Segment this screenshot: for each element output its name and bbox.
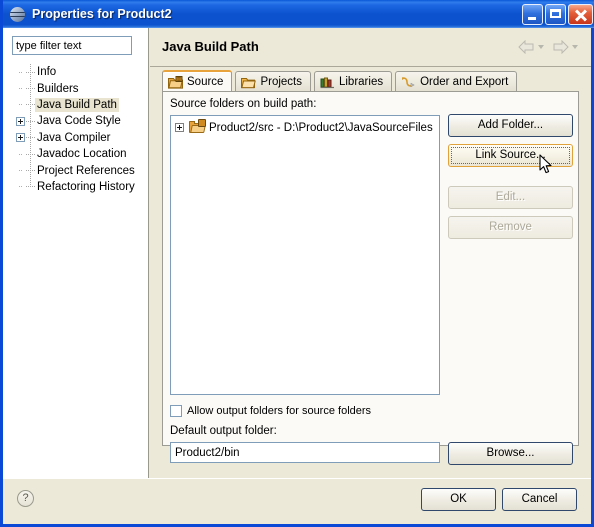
- close-icon[interactable]: [568, 3, 593, 25]
- sidebar-item-java-code-style[interactable]: Java Code Style: [13, 113, 149, 129]
- expand-plus-icon[interactable]: [16, 133, 25, 143]
- source-folders-list[interactable]: Product2/src - D:\Product2\JavaSourceFil…: [170, 115, 440, 395]
- tree-leaf-marker: [16, 166, 25, 175]
- sidebar-item-builders[interactable]: Builders: [13, 80, 149, 96]
- sidebar-item-label: Javadoc Location: [37, 148, 127, 161]
- tree-leaf-marker: [16, 150, 25, 159]
- libraries-books-icon: [320, 76, 335, 89]
- window-title: Properties for Product2: [32, 7, 172, 21]
- tab-strip: Source Projects Libraries Order and Expo…: [162, 70, 520, 92]
- tree-leaf-marker: [16, 100, 25, 109]
- edit-button: Edit...: [448, 186, 573, 209]
- source-tab-panel: Source folders on build path: Product2/s…: [162, 91, 579, 465]
- sidebar-item-project-references[interactable]: Project References: [13, 162, 149, 178]
- default-output-folder-label: Default output folder:: [170, 425, 277, 437]
- tab-label: Order and Export: [420, 76, 509, 88]
- edit-label: Edit...: [495, 191, 526, 203]
- page-pane: Java Build Path Source Projects Librarie…: [150, 28, 591, 478]
- expand-plus-icon[interactable]: [175, 123, 184, 132]
- sidebar-item-label: Java Build Path: [35, 97, 119, 112]
- tree-dash: [26, 71, 35, 73]
- tab-label: Libraries: [338, 76, 384, 88]
- forward-arrow-icon[interactable]: [552, 39, 569, 55]
- default-output-folder-input[interactable]: [170, 442, 440, 463]
- back-arrow-icon[interactable]: [518, 39, 535, 55]
- tree-leaf-marker: [16, 84, 25, 93]
- cancel-button[interactable]: Cancel: [502, 488, 577, 511]
- properties-tree: Info Builders Java Build Path Java Code …: [13, 64, 149, 195]
- page-title: Java Build Path: [162, 39, 259, 54]
- filter-input[interactable]: [12, 36, 132, 55]
- source-folder-icon: [189, 119, 206, 134]
- sidebar-item-label: Builders: [37, 82, 79, 95]
- link-source-button[interactable]: Link Source...: [448, 144, 573, 167]
- tree-dash: [26, 120, 35, 122]
- source-folder-icon: [168, 75, 183, 89]
- sidebar-item-javadoc-location[interactable]: Javadoc Location: [13, 146, 149, 162]
- page-navigation: [518, 39, 583, 55]
- tree-dash: [26, 186, 35, 188]
- button-gap: [448, 174, 573, 186]
- dialog-buttons: OK Cancel: [421, 488, 577, 511]
- tab-source[interactable]: Source: [162, 70, 233, 92]
- list-item[interactable]: Product2/src - D:\Product2\JavaSourceFil…: [175, 119, 439, 136]
- tree-dash: [26, 137, 35, 139]
- allow-output-folders-label: Allow output folders for source folders: [187, 405, 372, 417]
- tab-order-and-export[interactable]: Order and Export: [395, 71, 518, 92]
- minimize-icon[interactable]: [522, 3, 543, 25]
- forward-dropdown-icon[interactable]: [572, 45, 578, 49]
- title-bar: Properties for Product2: [3, 0, 594, 28]
- add-folder-button[interactable]: Add Folder...: [448, 114, 573, 137]
- footer-divider: [3, 478, 591, 479]
- sidebar: Info Builders Java Build Path Java Code …: [3, 28, 149, 478]
- expand-plus-icon[interactable]: [16, 116, 25, 126]
- tab-label: Projects: [260, 76, 302, 88]
- tree-leaf-marker: [16, 182, 25, 191]
- sidebar-item-java-build-path[interactable]: Java Build Path: [13, 97, 149, 113]
- sidebar-item-label: Refactoring History: [37, 180, 135, 193]
- window-controls: [522, 3, 593, 25]
- tree-dash: [26, 153, 35, 155]
- browse-button[interactable]: Browse...: [448, 442, 573, 465]
- sidebar-item-label: Info: [37, 66, 57, 79]
- sidebar-item-label: Project References: [37, 164, 135, 177]
- properties-dialog: Properties for Product2 Info Builders: [0, 0, 594, 527]
- allow-output-folders-row[interactable]: Allow output folders for source folders: [170, 405, 371, 417]
- sidebar-item-info[interactable]: Info: [13, 64, 149, 80]
- order-export-icon: [401, 76, 416, 89]
- browse-label: Browse...: [486, 447, 535, 459]
- source-action-buttons: Add Folder... Link Source... Edit... Rem…: [448, 114, 573, 246]
- title-divider: [150, 66, 591, 67]
- maximize-icon[interactable]: [545, 3, 566, 25]
- list-item-label: Product2/src - D:\Product2\JavaSourceFil…: [209, 121, 433, 134]
- help-icon[interactable]: ?: [17, 490, 34, 507]
- tab-libraries[interactable]: Libraries: [313, 71, 393, 92]
- sidebar-item-refactoring-history[interactable]: Refactoring History: [13, 179, 149, 195]
- tab-label: Source: [187, 76, 224, 88]
- sidebar-item-label: Java Compiler: [37, 131, 111, 144]
- dialog-footer: ? OK Cancel: [3, 478, 591, 521]
- back-dropdown-icon[interactable]: [538, 45, 544, 49]
- projects-folder-icon: [241, 76, 257, 89]
- tab-projects[interactable]: Projects: [235, 71, 311, 92]
- tree-dash: [26, 170, 35, 172]
- sidebar-item-label: Java Code Style: [37, 115, 121, 128]
- allow-output-folders-checkbox[interactable]: [170, 405, 182, 417]
- tree-leaf-marker: [16, 68, 25, 77]
- sidebar-item-java-compiler[interactable]: Java Compiler: [13, 130, 149, 146]
- source-folders-label: Source folders on build path:: [170, 98, 317, 110]
- add-folder-label: Add Folder...: [477, 119, 544, 131]
- eclipse-icon: [10, 6, 25, 22]
- focus-ring: [451, 147, 570, 164]
- remove-button: Remove: [448, 216, 573, 239]
- remove-label: Remove: [489, 221, 532, 233]
- ok-button[interactable]: OK: [421, 488, 496, 511]
- tree-dash: [26, 88, 35, 90]
- tree-dash: [26, 104, 35, 106]
